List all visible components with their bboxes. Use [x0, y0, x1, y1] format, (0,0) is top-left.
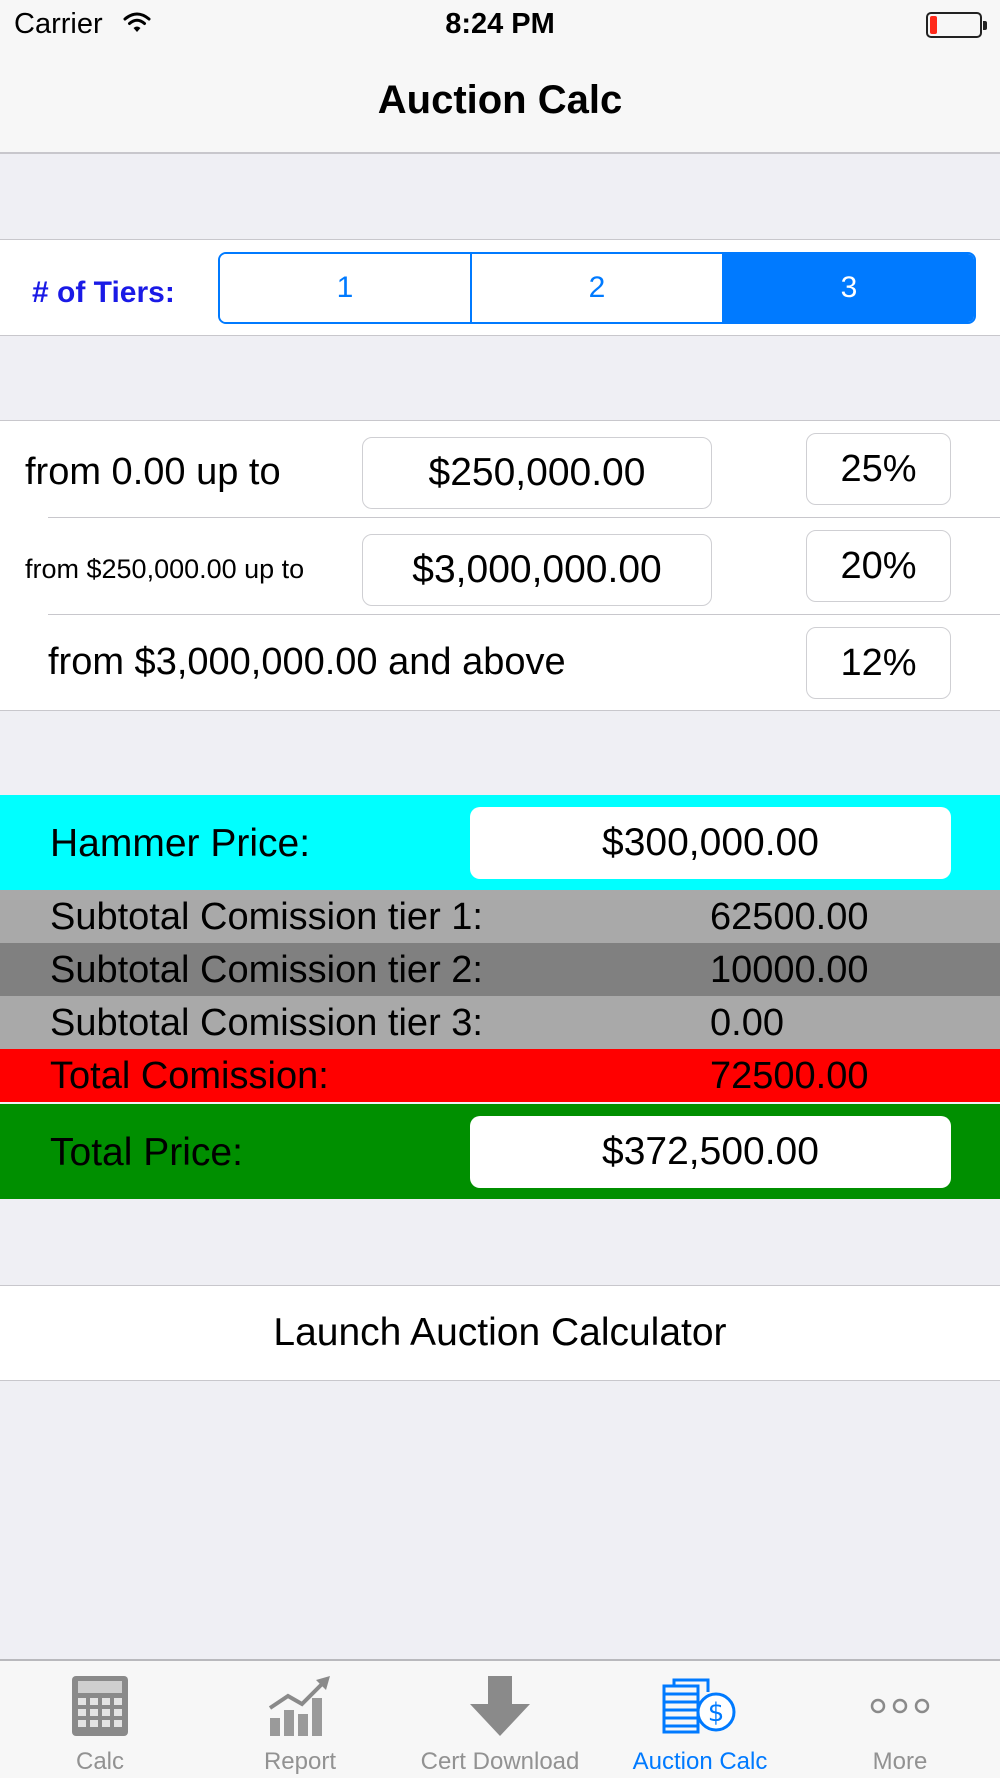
chart-icon	[266, 1673, 334, 1739]
tier-segment-1[interactable]: 1	[220, 254, 470, 322]
tiers-label: # of Tiers:	[32, 276, 175, 309]
subtotal-tier-2-value: 10000.00	[710, 949, 869, 991]
tier-row-2: from $250,000.00 up to $3,000,000.00 20%	[0, 518, 1000, 615]
tab-cert-download[interactable]: Cert Download	[400, 1661, 600, 1778]
battery-icon	[926, 12, 987, 38]
tier-1-label: from 0.00 up to	[25, 451, 281, 493]
tiers-segmented-control: 1 2 3	[218, 252, 976, 324]
status-time: 8:24 PM	[445, 8, 555, 40]
hammer-price-label: Hammer Price:	[50, 822, 311, 865]
subtotal-tier-1-label: Subtotal Comission tier 1:	[50, 896, 483, 938]
tab-auction-calc[interactable]: $ Auction Calc	[600, 1661, 800, 1778]
tab-auction-calc-label: Auction Calc	[632, 1748, 768, 1775]
navigation-bar: Carrier 8:24 PM Auction Calc	[0, 0, 1000, 154]
tier-1-limit-field[interactable]: $250,000.00	[362, 437, 712, 509]
tiers-row: # of Tiers: 1 2 3	[0, 239, 1000, 336]
subtotal-tier-3-label: Subtotal Comission tier 3:	[50, 1002, 483, 1044]
tab-calc-label: Calc	[75, 1748, 124, 1775]
more-dots-icon	[868, 1673, 932, 1739]
total-commission-value: 72500.00	[710, 1055, 869, 1097]
total-price-field[interactable]: $372,500.00	[470, 1116, 951, 1188]
subtotal-tier-1-row: Subtotal Comission tier 1: 62500.00	[0, 890, 1000, 943]
svg-text:$: $	[708, 1698, 725, 1728]
calculator-icon	[70, 1673, 130, 1739]
tier-segment-2[interactable]: 2	[470, 254, 722, 322]
tier-2-rate-field[interactable]: 20%	[806, 530, 951, 602]
auction-money-icon: $	[660, 1673, 740, 1739]
tab-report[interactable]: Report	[200, 1661, 400, 1778]
tier-2-limit-field[interactable]: $3,000,000.00	[362, 534, 712, 606]
subtotal-tier-2-label: Subtotal Comission tier 2:	[50, 949, 483, 991]
launch-auction-calculator-button[interactable]: Launch Auction Calculator	[0, 1285, 1000, 1381]
tier-definitions: from 0.00 up to $250,000.00 25% from $25…	[0, 420, 1000, 711]
tier-row-1: from 0.00 up to $250,000.00 25%	[0, 421, 1000, 518]
hammer-price-row: Hammer Price: $300,000.00	[0, 795, 1000, 890]
tab-cert-download-label: Cert Download	[420, 1748, 580, 1775]
subtotal-tier-3-row: Subtotal Comission tier 3: 0.00	[0, 996, 1000, 1049]
hammer-price-field[interactable]: $300,000.00	[470, 807, 951, 879]
tier-2-label: from $250,000.00 up to	[25, 554, 305, 584]
tab-more-label: More	[872, 1748, 928, 1775]
tab-calc[interactable]: Calc	[0, 1661, 200, 1778]
tier-3-rate-field[interactable]: 12%	[806, 627, 951, 699]
total-price-label: Total Price:	[50, 1131, 243, 1174]
tab-report-label: Report	[263, 1748, 337, 1775]
subtotal-tier-1-value: 62500.00	[710, 896, 869, 938]
total-commission-label: Total Comission:	[50, 1055, 329, 1097]
tier-3-label: from $3,000,000.00 and above	[48, 641, 566, 683]
tier-1-rate-field[interactable]: 25%	[806, 433, 951, 505]
page-title: Auction Calc	[377, 78, 623, 122]
tab-bar: Calc Report Cert Download $ Auction Calc…	[0, 1659, 1000, 1778]
subtotal-tier-2-row: Subtotal Comission tier 2: 10000.00	[0, 943, 1000, 996]
download-arrow-icon	[468, 1673, 532, 1739]
tier-row-3: from $3,000,000.00 and above 12%	[0, 615, 1000, 712]
subtotal-tier-3-value: 0.00	[710, 1002, 784, 1044]
tab-more[interactable]: More	[800, 1661, 1000, 1778]
tier-segment-3[interactable]: 3	[722, 254, 974, 322]
total-price-row: Total Price: $372,500.00	[0, 1104, 1000, 1199]
total-commission-row: Total Comission: 72500.00	[0, 1049, 1000, 1102]
